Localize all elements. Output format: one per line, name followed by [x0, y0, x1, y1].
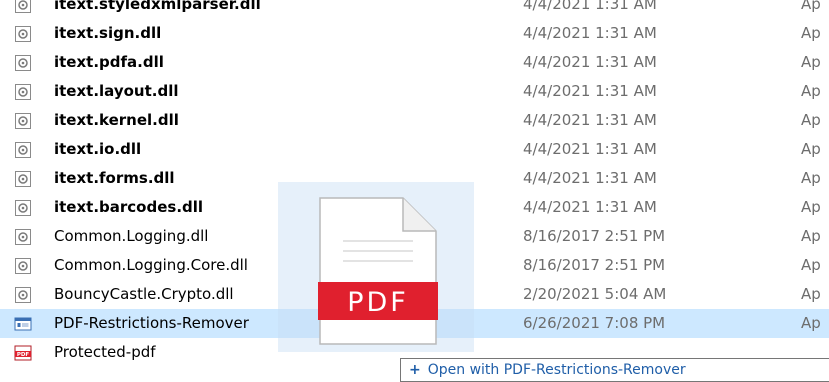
- file-type: Ap: [801, 24, 821, 42]
- file-type: Ap: [801, 256, 821, 274]
- application-icon: [14, 317, 32, 331]
- file-name: itext.barcodes.dll: [54, 198, 204, 216]
- tooltip-text: Open with PDF-Restrictions-Remover: [427, 362, 686, 378]
- dll-icon: [15, 26, 31, 42]
- file-type: Ap: [801, 285, 821, 303]
- file-type: Ap: [801, 198, 821, 216]
- file-date: 4/4/2021 1:31 AM: [523, 0, 657, 13]
- file-name: itext.kernel.dll: [54, 111, 179, 129]
- pdf-file-icon: PDF: [14, 345, 32, 361]
- dll-icon: [15, 200, 31, 216]
- file-date: 4/4/2021 1:31 AM: [523, 53, 657, 71]
- drag-preview: PDF: [278, 182, 474, 352]
- dll-icon: [15, 229, 31, 245]
- file-date: 4/4/2021 1:31 AM: [523, 198, 657, 216]
- file-row[interactable]: itext.pdfa.dll 4/4/2021 1:31 AM Ap: [0, 48, 829, 77]
- pdf-label: PDF: [347, 287, 409, 318]
- dll-icon: [15, 258, 31, 274]
- drop-tooltip: + Open with PDF-Restrictions-Remover: [400, 358, 829, 382]
- file-type: Ap: [801, 169, 821, 187]
- dll-icon: [15, 55, 31, 71]
- file-date: 4/4/2021 1:31 AM: [523, 140, 657, 158]
- pdf-document-icon: PDF: [318, 197, 438, 345]
- dll-icon: [15, 113, 31, 129]
- file-date: 2/20/2021 5:04 AM: [523, 285, 667, 303]
- file-date: 6/26/2021 7:08 PM: [523, 314, 666, 332]
- file-name: Common.Logging.dll: [54, 227, 209, 245]
- file-name: itext.styledxmlparser.dll: [54, 0, 261, 13]
- file-row[interactable]: itext.io.dll 4/4/2021 1:31 AM Ap: [0, 135, 829, 164]
- file-date: 4/4/2021 1:31 AM: [523, 111, 657, 129]
- file-type: Ap: [801, 53, 821, 71]
- file-name: BouncyCastle.Crypto.dll: [54, 285, 234, 303]
- file-date: 4/4/2021 1:31 AM: [523, 24, 657, 42]
- svg-text:PDF: PDF: [17, 352, 30, 358]
- file-name: Protected-pdf: [54, 343, 156, 361]
- file-type: Ap: [801, 0, 821, 13]
- dll-icon: [15, 84, 31, 100]
- file-row[interactable]: itext.sign.dll 4/4/2021 1:31 AM Ap: [0, 19, 829, 48]
- file-name: Common.Logging.Core.dll: [54, 256, 248, 274]
- file-name: itext.sign.dll: [54, 24, 162, 42]
- dll-icon: [15, 0, 31, 13]
- file-type: Ap: [801, 82, 821, 100]
- file-name: itext.io.dll: [54, 140, 142, 158]
- file-date: 8/16/2017 2:51 PM: [523, 256, 666, 274]
- plus-icon: +: [409, 362, 421, 378]
- file-type: Ap: [801, 227, 821, 245]
- file-name: itext.forms.dll: [54, 169, 175, 187]
- file-date: 4/4/2021 1:31 AM: [523, 82, 657, 100]
- dll-icon: [15, 171, 31, 187]
- file-type: Ap: [801, 314, 821, 332]
- file-row[interactable]: itext.styledxmlparser.dll 4/4/2021 1:31 …: [0, 0, 829, 19]
- file-name: itext.pdfa.dll: [54, 53, 164, 71]
- file-row[interactable]: itext.layout.dll 4/4/2021 1:31 AM Ap: [0, 77, 829, 106]
- file-date: 4/4/2021 1:31 AM: [523, 169, 657, 187]
- file-name: PDF-Restrictions-Remover: [54, 314, 249, 332]
- file-name: itext.layout.dll: [54, 82, 179, 100]
- file-date: 8/16/2017 2:51 PM: [523, 227, 666, 245]
- dll-icon: [15, 287, 31, 303]
- file-type: Ap: [801, 111, 821, 129]
- file-row[interactable]: itext.kernel.dll 4/4/2021 1:31 AM Ap: [0, 106, 829, 135]
- dll-icon: [15, 142, 31, 158]
- file-type: Ap: [801, 140, 821, 158]
